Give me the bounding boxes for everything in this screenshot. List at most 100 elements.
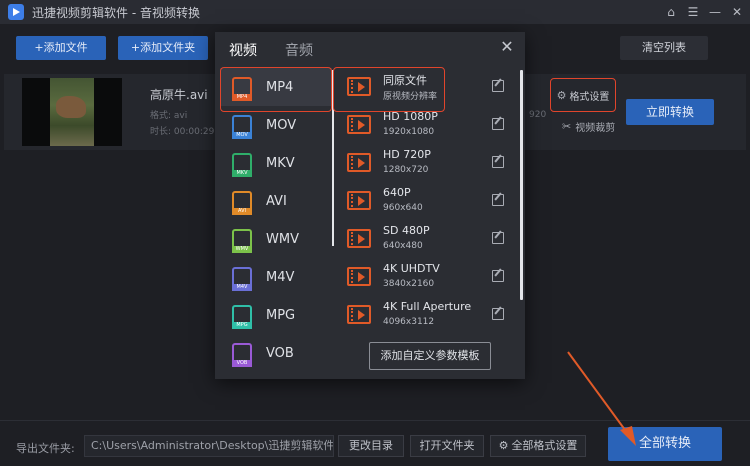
video-format-icon: MPG — [232, 305, 252, 329]
resolution-option[interactable]: 640P 960x640 — [335, 182, 515, 220]
video-format-icon: MKV — [232, 153, 252, 177]
format-icon-tag: MPG — [232, 322, 252, 329]
format-item-mp4[interactable]: MP4 MP4 — [220, 68, 332, 106]
format-item-mov[interactable]: MOV MOV — [220, 106, 332, 144]
close-icon[interactable]: ✕ — [499, 39, 515, 55]
video-file-icon — [347, 77, 371, 96]
panel-tabs: 视频 音频 ✕ — [215, 32, 525, 64]
video-format-icon: WMV — [232, 229, 252, 253]
option-resolution: 1920x1080 — [383, 127, 435, 137]
format-icon-tag: MOV — [232, 132, 252, 139]
option-title: 4K UHDTV — [383, 262, 440, 275]
gear-icon: ⚙ — [498, 439, 509, 452]
video-thumbnail — [22, 78, 122, 146]
resolution-option[interactable]: 4K Full Aperture 4096x3112 — [335, 296, 515, 334]
edit-icon[interactable] — [492, 118, 504, 130]
format-name: MP4 — [266, 79, 294, 95]
video-file-icon — [347, 229, 371, 248]
format-icon-tag: MP4 — [232, 94, 252, 101]
edit-icon[interactable] — [492, 80, 504, 92]
change-dir-button[interactable]: 更改目录 — [338, 435, 404, 457]
option-resolution: 960x640 — [383, 203, 423, 213]
window-controls: ⌂ ☰ — ✕ — [658, 0, 746, 24]
format-panel: 视频 音频 ✕ MP4 MP4 MOV MOV MKV MKV AVI AVI WMV WMV M4… — [215, 32, 525, 379]
edit-icon[interactable] — [492, 156, 504, 168]
menu-icon[interactable]: ☰ — [684, 3, 702, 21]
convert-now-button[interactable]: 立即转换 — [626, 99, 714, 125]
add-custom-template-button[interactable]: 添加自定义参数模板 — [369, 342, 491, 370]
app-title: 迅捷视频剪辑软件 - 音视频转换 — [32, 5, 200, 20]
format-item-avi[interactable]: AVI AVI — [220, 182, 332, 220]
tab-video[interactable]: 视频 — [229, 40, 257, 60]
format-item-mkv[interactable]: MKV MKV — [220, 144, 332, 182]
video-format-icon: MOV — [232, 115, 252, 139]
format-item-m4v[interactable]: M4V M4V — [220, 258, 332, 296]
open-folder-button[interactable]: 打开文件夹 — [410, 435, 484, 457]
resolution-option[interactable]: SD 480P 640x480 — [335, 220, 515, 258]
output-path-field[interactable]: C:\Users\Administrator\Desktop\迅捷剪辑软件 — [84, 435, 334, 457]
video-format-icon: M4V — [232, 267, 252, 291]
edit-icon[interactable] — [492, 194, 504, 206]
add-file-button[interactable]: +添加文件 — [16, 36, 106, 60]
video-file-icon — [347, 305, 371, 324]
format-name: AVI — [266, 193, 287, 209]
video-crop-label: 视频裁剪 — [575, 123, 616, 134]
format-item-wmv[interactable]: WMV WMV — [220, 220, 332, 258]
format-name: MKV — [266, 155, 295, 171]
option-resolution: 4096x3112 — [383, 317, 435, 327]
video-format-icon: VOB — [232, 343, 252, 367]
convert-all-button[interactable]: 全部转换 — [608, 427, 722, 461]
option-title: HD 1080P — [383, 110, 438, 123]
video-file-icon — [347, 191, 371, 210]
resolution-option[interactable]: HD 720P 1280x720 — [335, 144, 515, 182]
file-name: 高原牛.avi — [150, 88, 208, 102]
minimize-icon[interactable]: — — [706, 3, 724, 21]
home-icon[interactable]: ⌂ — [662, 3, 680, 21]
option-title: 同原文件 — [383, 74, 427, 87]
format-name: MPG — [266, 307, 296, 323]
format-name: MOV — [266, 117, 297, 133]
video-file-icon — [347, 267, 371, 286]
option-resolution: 原视频分辨率 — [383, 92, 438, 102]
format-settings-button[interactable]: ⚙ 格式设置 — [550, 78, 616, 112]
option-title: 640P — [383, 186, 411, 199]
video-format-icon: AVI — [232, 191, 252, 215]
output-folder-label: 导出文件夹: — [16, 442, 75, 455]
scrollbar[interactable] — [520, 70, 523, 300]
format-name: VOB — [266, 345, 294, 361]
title-bar: 迅捷视频剪辑软件 - 音视频转换 ⌂ ☰ — ✕ — [0, 0, 750, 24]
file-resolution: 920 — [529, 110, 547, 120]
close-icon[interactable]: ✕ — [728, 3, 746, 21]
add-folder-button[interactable]: +添加文件夹 — [118, 36, 208, 60]
video-file-icon — [347, 115, 371, 134]
option-resolution: 640x480 — [383, 241, 423, 251]
edit-icon[interactable] — [492, 232, 504, 244]
format-item-vob[interactable]: VOB VOB — [220, 334, 332, 372]
option-title: 4K Full Aperture — [383, 300, 472, 313]
format-item-mpg[interactable]: MPG MPG — [220, 296, 332, 334]
resolution-option[interactable]: 同原文件原视频分辨率 — [335, 68, 515, 106]
app-logo-icon — [8, 4, 24, 20]
gear-icon: ⚙ — [556, 88, 567, 102]
all-format-settings-button[interactable]: ⚙ 全部格式设置 — [490, 435, 586, 457]
format-settings-label: 格式设置 — [569, 91, 610, 103]
edit-icon[interactable] — [492, 270, 504, 282]
scissors-icon: ✂ — [562, 120, 572, 133]
file-format: 格式: avi — [150, 111, 188, 121]
all-format-settings-label: 全部格式设置 — [511, 439, 578, 452]
format-icon-tag: VOB — [232, 360, 252, 367]
edit-icon[interactable] — [492, 308, 504, 320]
resolution-option[interactable]: 4K UHDTV 3840x2160 — [335, 258, 515, 296]
option-resolution: 3840x2160 — [383, 279, 435, 289]
file-duration: 时长: 00:00:29 — [150, 127, 215, 137]
format-name: M4V — [266, 269, 295, 285]
format-icon-tag: AVI — [232, 208, 252, 215]
resolution-option[interactable]: HD 1080P 1920x1080 — [335, 106, 515, 144]
format-name: WMV — [266, 231, 299, 247]
clear-list-button[interactable]: 清空列表 — [620, 36, 708, 60]
list-divider — [332, 70, 334, 246]
tab-audio[interactable]: 音频 — [285, 40, 313, 60]
video-format-icon: MP4 — [232, 77, 252, 101]
video-crop-button[interactable]: ✂ 视频裁剪 — [562, 119, 615, 134]
option-title: SD 480P — [383, 224, 430, 237]
